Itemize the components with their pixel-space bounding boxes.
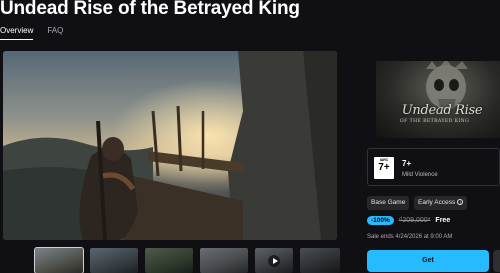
tag-early-access[interactable]: Early Access i [414,196,468,210]
info-circle-icon: i [457,199,464,206]
thumbnail-1[interactable] [34,247,84,273]
sale-end-notice: Sale ends 4/24/2026 at 9:00 AM [367,234,453,240]
skull-icon [426,61,468,109]
tab-faq[interactable]: FAQ [47,26,63,40]
thumbnail-video[interactable] [255,248,293,273]
play-icon [268,254,280,267]
age-rating-panel: IARC 7+ 7+ Mild Violence [367,148,500,186]
main-screenshot-art [3,51,337,240]
tag-base-game[interactable]: Base Game [367,196,410,210]
rating-descriptor: Mild Violence [402,172,438,178]
game-cover-art: Undead Rise OF THE BETRAYED KING [376,61,500,138]
cover-subtitle: OF THE BETRAYED KING [400,119,470,124]
rating-age-label: 7+ [402,159,412,168]
thumbnail-2[interactable] [90,248,138,273]
cover-title: Undead Rise [401,103,483,118]
thumbnail-3[interactable] [145,248,193,273]
original-price: ₫209,000* [398,217,431,224]
iarc-badge-age: 7+ [378,162,390,173]
tag-early-access-label: Early Access [418,199,456,206]
price-row: -100% ₫209,000* Free [367,216,450,225]
tab-overview[interactable]: Overview [0,26,34,40]
thumbnail-6[interactable] [300,248,340,273]
tab-bar: Overview FAQ [0,26,63,40]
current-price: Free [435,217,451,224]
thumbnail-strip [0,247,340,273]
add-to-cart-button[interactable] [493,250,500,272]
iarc-rating-badge: IARC 7+ [374,157,394,179]
tag-base-game-label: Base Game [371,199,406,206]
get-button[interactable]: Get [367,250,489,272]
page-title: Undead Rise of the Betrayed King [0,0,300,19]
discount-badge: -100% [367,216,394,225]
main-screenshot[interactable] [3,51,337,240]
thumbnail-4[interactable] [200,248,248,273]
